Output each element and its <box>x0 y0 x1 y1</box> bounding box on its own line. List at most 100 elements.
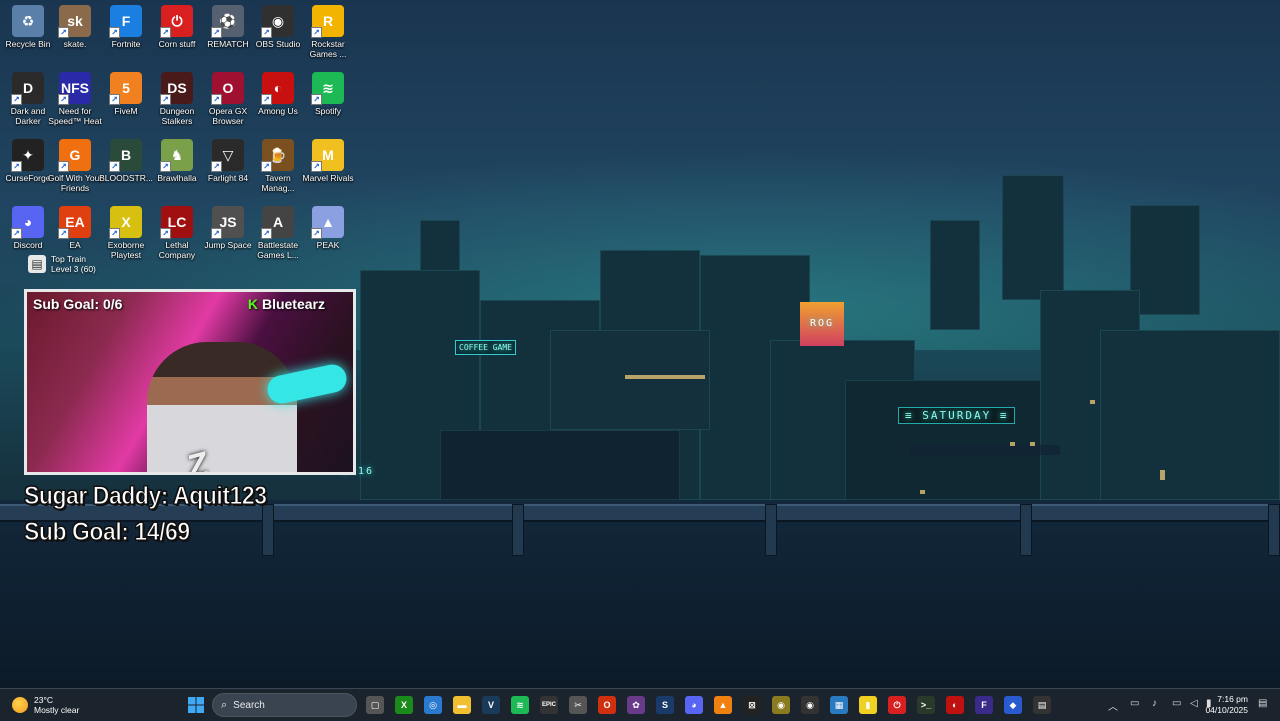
microphone-icon[interactable]: ♪ <box>1152 698 1157 709</box>
desktop-icon[interactable]: LC ↗ Lethal Company <box>149 201 205 260</box>
desktop-icon[interactable]: B ↗ BLOODSTR... <box>98 134 154 183</box>
notification-icon[interactable]: ▤ <box>1258 698 1267 709</box>
top-train-widget[interactable]: ▤ Top Train Level 3 (60) <box>28 254 96 274</box>
shortcut-arrow-icon: ↗ <box>58 228 69 239</box>
desktop-icon-label: EA <box>69 240 81 250</box>
desktop-icon[interactable]: G ↗ Golf With Your Friends <box>47 134 103 193</box>
desktop-icon[interactable]: 🍺 ↗ Tavern Manag... <box>250 134 306 193</box>
desktop-icon-label: Battlestate Games L... <box>257 240 299 260</box>
app-icon: ♻ <box>12 5 44 37</box>
file-explorer-icon[interactable]: ▬ <box>453 696 471 714</box>
desktop-icon[interactable]: 5 ↗ FiveM <box>98 67 154 116</box>
desktop-icon[interactable]: sk ↗ skate. <box>47 0 103 49</box>
taskbar-clock[interactable]: 7:16 pm 04/10/2025 <box>1205 694 1248 716</box>
desktop-icon-label: Marvel Rivals <box>302 173 354 183</box>
shortcut-arrow-icon: ↗ <box>109 228 120 239</box>
chrome-icon[interactable]: ◎ <box>424 696 442 714</box>
app-red-circle-icon[interactable]: ◐ <box>946 696 964 714</box>
desktop-icon-label: Farlight 84 <box>207 173 249 183</box>
windows-start-icon[interactable] <box>187 696 205 714</box>
sticky-notes-icon[interactable]: ▮ <box>859 696 877 714</box>
desktop-icon[interactable]: ⚽ ↗ REMATCH <box>200 0 256 49</box>
weather-sun-icon <box>12 697 28 713</box>
desktop-icon[interactable]: A ↗ Battlestate Games L... <box>250 201 306 260</box>
device-icon[interactable]: ▭ <box>1130 698 1139 709</box>
desktop-icon[interactable]: NFS ↗ Need for Speed™ Heat <box>47 67 103 126</box>
shortcut-arrow-icon: ↗ <box>261 161 272 172</box>
app-icon: sk ↗ <box>58 5 91 38</box>
desktop-icon[interactable]: R ↗ Rockstar Games ... <box>300 0 356 59</box>
desktop-icon-label: Brawlhalla <box>157 173 197 183</box>
shortcut-arrow-icon: ↗ <box>58 94 69 105</box>
clock-date: 04/10/2025 <box>1205 705 1248 715</box>
opera-gx-icon[interactable]: O <box>598 696 616 714</box>
train-icon: ▤ <box>28 255 46 273</box>
app-icon: ▽ ↗ <box>211 139 244 172</box>
app-icon: EA ↗ <box>58 206 91 239</box>
photos-icon[interactable]: ▦ <box>830 696 848 714</box>
weather-widget[interactable]: 23°C Mostly clear <box>12 695 79 715</box>
app-blue-diamond-icon[interactable]: ◆ <box>1004 696 1022 714</box>
volume-icon[interactable]: ◁ <box>1190 698 1198 709</box>
show-hidden-icons-chevron[interactable]: ︿ <box>1108 698 1118 713</box>
shortcut-arrow-icon: ↗ <box>11 161 22 172</box>
shortcut-arrow-icon: ↗ <box>160 94 171 105</box>
app-icon: G ↗ <box>58 139 91 172</box>
top-train-level: Level 3 (60) <box>51 264 96 274</box>
sugar-daddy-text: Sugar Daddy: Aquit123 <box>24 482 268 511</box>
terminal-icon[interactable]: >_ <box>917 696 935 714</box>
shortcut-arrow-icon: ↗ <box>109 94 120 105</box>
desktop-icon[interactable]: ▽ ↗ Farlight 84 <box>200 134 256 183</box>
railing-post <box>1268 504 1280 556</box>
search-icon: ⌕ <box>221 698 228 711</box>
desktop-icon[interactable]: O ↗ Opera GX Browser <box>200 67 256 126</box>
vlc-icon[interactable]: ▲ <box>714 696 732 714</box>
capcut-icon[interactable]: ⊠ <box>743 696 761 714</box>
desktop-icon[interactable]: ⏻ ↗ Corn stuff <box>149 0 205 49</box>
obs-icon[interactable]: ◉ <box>801 696 819 714</box>
desktop-icon[interactable]: JS ↗ Jump Space <box>200 201 256 250</box>
shortcut-arrow-icon: ↗ <box>311 27 322 38</box>
shortcut-arrow-icon: ↗ <box>160 228 171 239</box>
app-icon: O ↗ <box>211 72 244 105</box>
visual-studio-icon[interactable]: V <box>482 696 500 714</box>
steam-icon[interactable]: S <box>656 696 674 714</box>
desktop-icon[interactable]: ▲ ↗ PEAK <box>300 201 356 250</box>
shortcut-arrow-icon: ↗ <box>160 161 171 172</box>
taskbar-search[interactable]: ⌕ Search <box>212 693 357 717</box>
desktop-icon[interactable]: M ↗ Marvel Rivals <box>300 134 356 183</box>
fortnite-icon[interactable]: F <box>975 696 993 714</box>
desktop-icon-label: Corn stuff <box>158 39 196 49</box>
desktop-icon[interactable]: ♞ ↗ Brawlhalla <box>149 134 205 183</box>
epic-games-icon[interactable]: EPIC <box>540 696 558 714</box>
desktop-icon[interactable]: F ↗ Fortnite <box>98 0 154 49</box>
desktop-icon-label: OBS Studio <box>255 39 301 49</box>
network-icon[interactable]: ▭ <box>1172 698 1181 709</box>
task-view-icon[interactable]: ▢ <box>366 696 384 714</box>
app-gold-icon[interactable]: ◉ <box>772 696 790 714</box>
xbox-icon[interactable]: X <box>395 696 413 714</box>
desktop-icon[interactable]: ◐ ↗ Among Us <box>250 67 306 116</box>
app-swirl-icon[interactable]: ✿ <box>627 696 645 714</box>
corn-stuff-icon[interactable]: ⏻ <box>888 696 906 714</box>
snipping-tool-icon[interactable]: ✂ <box>569 696 587 714</box>
desktop-icon[interactable]: ≋ ↗ Spotify <box>300 67 356 116</box>
discord-icon[interactable]: ◕ <box>685 696 703 714</box>
app-grid-icon[interactable]: ▤ <box>1033 696 1051 714</box>
app-icon: 5 ↗ <box>109 72 142 105</box>
app-icon: NFS ↗ <box>58 72 91 105</box>
desktop-icon[interactable]: DS ↗ Dungeon Stalkers <box>149 67 205 126</box>
shortcut-arrow-icon: ↗ <box>211 228 222 239</box>
shortcut-arrow-icon: ↗ <box>311 161 322 172</box>
desktop-icon[interactable]: EA ↗ EA <box>47 201 103 250</box>
window-light <box>910 445 1060 455</box>
shortcut-arrow-icon: ↗ <box>109 161 120 172</box>
spotify-icon[interactable]: ≋ <box>511 696 529 714</box>
building <box>1100 330 1280 500</box>
desktop-icon[interactable]: X ↗ Exoborne Playtest <box>98 201 154 260</box>
desktop-icon-label: Opera GX Browser <box>208 106 248 126</box>
shortcut-arrow-icon: ↗ <box>160 27 171 38</box>
window-light <box>1160 470 1165 480</box>
railing-post <box>262 504 274 556</box>
desktop-icon[interactable]: ◉ ↗ OBS Studio <box>250 0 306 49</box>
